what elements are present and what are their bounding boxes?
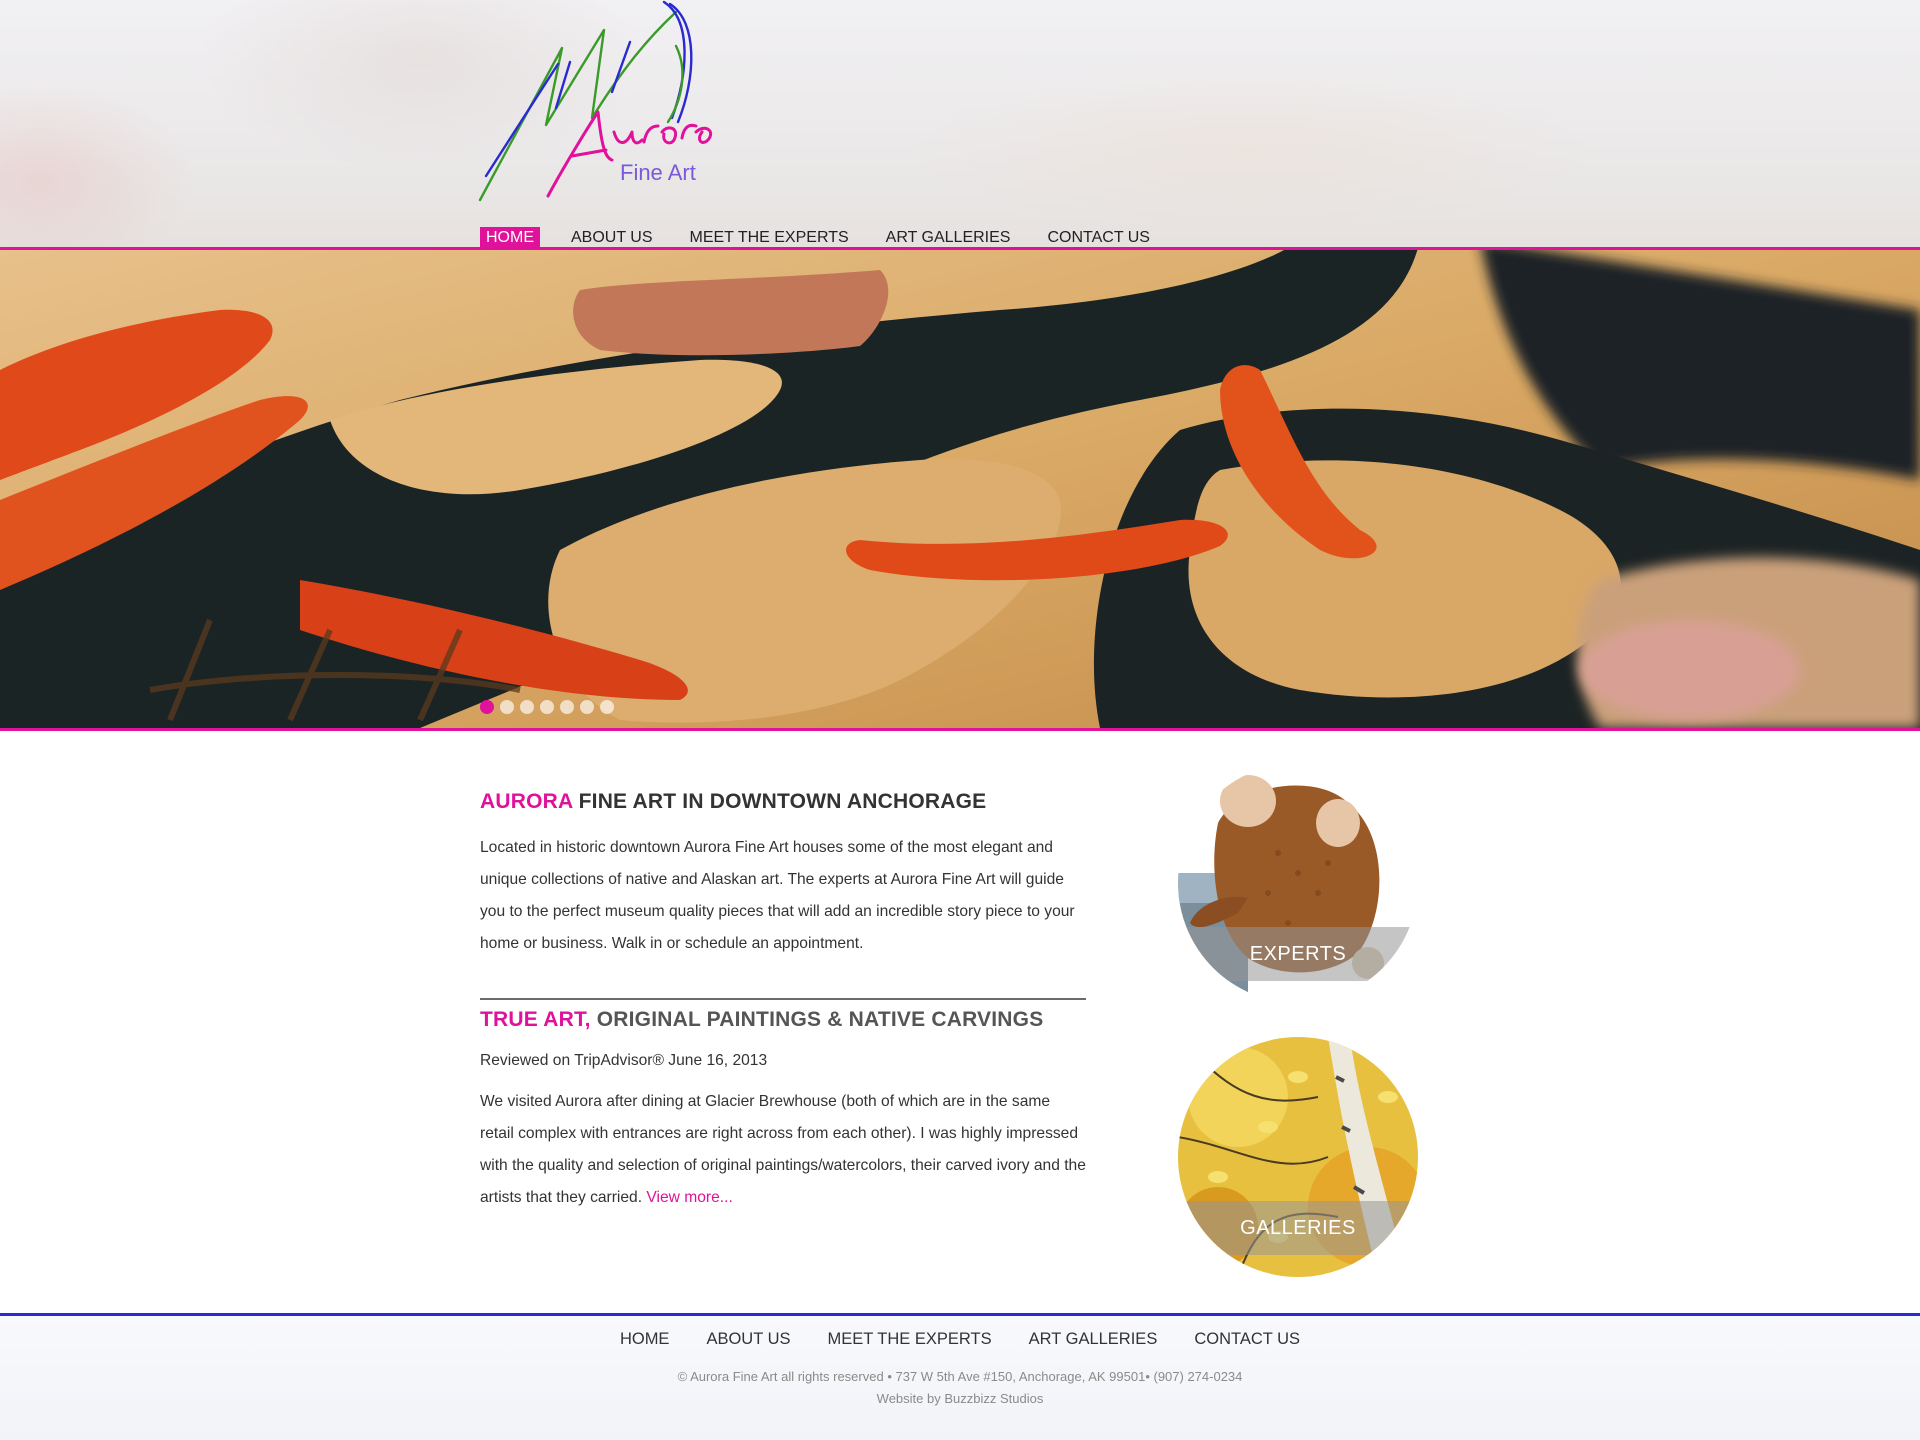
- footer-nav-meet-the-experts[interactable]: MEET THE EXPERTS: [827, 1330, 991, 1349]
- footer-nav-art-galleries[interactable]: ART GALLERIES: [1029, 1330, 1158, 1349]
- footer-nav: HOME ABOUT US MEET THE EXPERTS ART GALLE…: [0, 1330, 1920, 1349]
- nav-art-galleries[interactable]: ART GALLERIES: [880, 227, 1017, 248]
- nav-about-us[interactable]: ABOUT US: [565, 227, 659, 248]
- experts-circle[interactable]: EXPERTS: [1178, 763, 1418, 1003]
- footer: HOME ABOUT US MEET THE EXPERTS ART GALLE…: [0, 1313, 1920, 1440]
- slider-dot[interactable]: [560, 700, 574, 714]
- footer-nav-about-us[interactable]: ABOUT US: [706, 1330, 790, 1349]
- view-more-link[interactable]: View more...: [646, 1189, 732, 1206]
- main-content: AURORA FINE ART IN DOWNTOWN ANCHORAGE Lo…: [480, 790, 1090, 1214]
- galleries-circle[interactable]: GALLERIES: [1178, 1037, 1418, 1277]
- hero-divider: [0, 728, 1920, 731]
- intro-heading: AURORA FINE ART IN DOWNTOWN ANCHORAGE: [480, 790, 987, 813]
- nav-meet-the-experts[interactable]: MEET THE EXPERTS: [684, 227, 855, 248]
- slider-dot[interactable]: [480, 700, 494, 714]
- slider-dots: [480, 700, 614, 714]
- slider-dot[interactable]: [520, 700, 534, 714]
- section-divider: [480, 998, 1086, 1000]
- experts-label: EXPERTS: [1178, 927, 1418, 981]
- logo-subtitle: Fine Art: [620, 160, 696, 185]
- intro-text: Located in historic downtown Aurora Fine…: [480, 839, 1075, 952]
- slider-dot[interactable]: [540, 700, 554, 714]
- slider-dot[interactable]: [580, 700, 594, 714]
- slider-dot[interactable]: [500, 700, 514, 714]
- review-heading: TRUE ART, ORIGINAL PAINTINGS & NATIVE CA…: [480, 1008, 1044, 1031]
- slider-dot[interactable]: [600, 700, 614, 714]
- aurora-logo[interactable]: Fine Art: [476, 0, 716, 205]
- review-text: We visited Aurora after dining at Glacie…: [480, 1093, 1086, 1206]
- galleries-label: GALLERIES: [1178, 1201, 1418, 1255]
- footer-nav-contact-us[interactable]: CONTACT US: [1194, 1330, 1300, 1349]
- header: Fine Art HOME ABOUT US MEET THE EXPERTS …: [0, 0, 1920, 248]
- footer-nav-home[interactable]: HOME: [620, 1330, 670, 1349]
- footer-copyright: © Aurora Fine Art all rights reserved • …: [677, 1369, 1243, 1384]
- review-section: TRUE ART, ORIGINAL PAINTINGS & NATIVE CA…: [480, 1008, 1090, 1214]
- nav-home[interactable]: HOME: [480, 227, 540, 248]
- hero-image: [0, 250, 1920, 728]
- intro-section: AURORA FINE ART IN DOWNTOWN ANCHORAGE Lo…: [480, 790, 1090, 960]
- main-nav: HOME ABOUT US MEET THE EXPERTS ART GALLE…: [480, 227, 1181, 248]
- hero-slider[interactable]: [0, 250, 1920, 728]
- nav-contact-us[interactable]: CONTACT US: [1041, 227, 1156, 248]
- review-source: Reviewed on TripAdvisor® June 16, 2013: [480, 1052, 768, 1069]
- footer-credit[interactable]: Website by Buzzbizz Studios: [0, 1391, 1920, 1406]
